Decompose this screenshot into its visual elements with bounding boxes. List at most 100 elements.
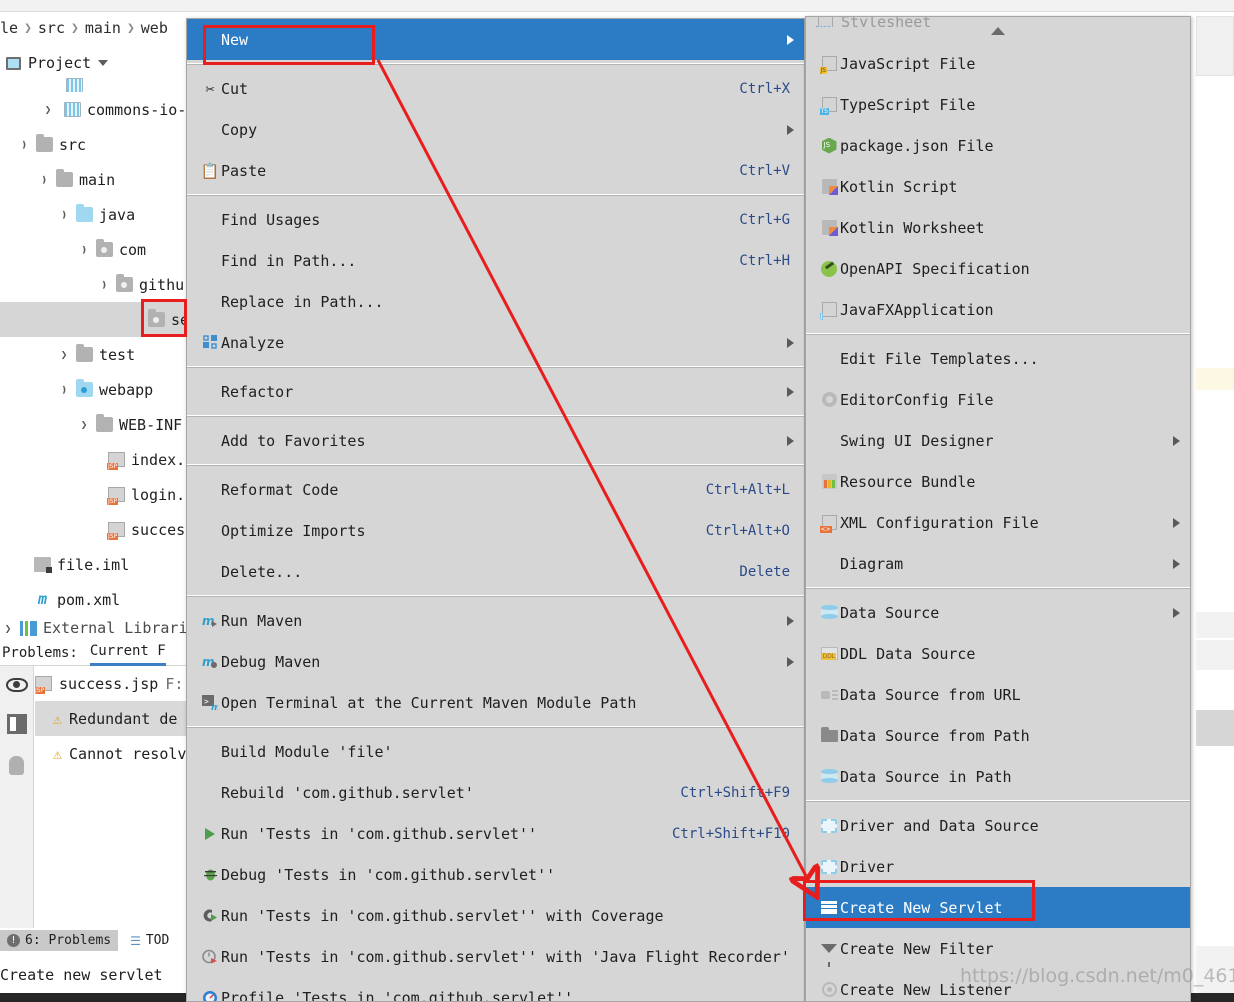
tree-row[interactable]: ❫ com <box>0 232 200 267</box>
project-tree: ❯ commons-io-2 ❫ src ❫ main ❫ java ❫ <box>0 78 200 639</box>
submenu-item-javafx-application[interactable]: J JavaFXApplication <box>806 289 1190 330</box>
menu-item-run-tests[interactable]: Run 'Tests in 'com.github.servlet'' Ctrl… <box>187 813 804 854</box>
breadcrumb-item-1[interactable]: src <box>38 19 65 37</box>
submenu-item-ddl-data-source[interactable]: DDL Data Source <box>806 633 1190 674</box>
submenu-clipped-item-stylesheet[interactable]: CSS Stylesheet <box>806 17 1190 27</box>
tab-todo[interactable]: ☰ TOD <box>128 930 171 951</box>
menu-item-replace-in-path[interactable]: Replace in Path... <box>187 281 804 322</box>
menu-item-build-module[interactable]: Build Module 'file' <box>187 731 804 772</box>
menu-item-label: Refactor <box>221 383 804 401</box>
tree-row[interactable]: ❯ WEB-INF <box>0 407 200 442</box>
submenu-item-diagram[interactable]: Diagram <box>806 543 1190 584</box>
submenu-item-resource-bundle[interactable]: Resource Bundle <box>806 461 1190 502</box>
tree-row[interactable]: file.iml <box>0 547 200 582</box>
menu-item-optimize-imports[interactable]: Optimize Imports Ctrl+Alt+O <box>187 510 804 551</box>
tree-row[interactable]: index.j <box>0 442 200 477</box>
tree-row[interactable]: ❫ java <box>0 197 200 232</box>
tree-row[interactable]: ❫ main <box>0 162 200 197</box>
jsp-file-icon <box>108 522 125 537</box>
submenu-item-driver-and-data-source[interactable]: Driver and Data Source <box>806 805 1190 846</box>
submenu-item-editorconfig-file[interactable]: EditorConfig File <box>806 379 1190 420</box>
menu-item-add-to-favorites[interactable]: Add to Favorites <box>187 420 804 461</box>
tree-row[interactable]: m pom.xml <box>0 582 200 617</box>
breadcrumb-item-3[interactable]: web <box>141 19 168 37</box>
chevron-right-icon[interactable]: ❯ <box>58 348 70 361</box>
submenu-item-create-new-filter[interactable]: Create New Filter <box>806 928 1190 969</box>
tree-row[interactable]: ❫ webapp <box>0 372 200 407</box>
chevron-down-icon[interactable]: ❫ <box>18 138 30 151</box>
submenu-item-create-new-listener[interactable]: Create New Listener <box>806 969 1190 1002</box>
tree-row[interactable]: ❫ src <box>0 127 200 162</box>
chevron-down-icon[interactable]: ❫ <box>58 208 70 221</box>
submenu-item-xml-configuration-file[interactable]: <> XML Configuration File <box>806 502 1190 543</box>
node-package-icon <box>818 138 840 154</box>
tree-row[interactable]: ❯ commons-io-2 <box>0 92 200 127</box>
menu-item-copy[interactable]: Copy <box>187 109 804 150</box>
split-pane-icon[interactable] <box>7 714 27 734</box>
menu-item-debug-maven[interactable]: m Debug Maven <box>187 641 804 682</box>
breadcrumb-item-2[interactable]: main <box>85 19 121 37</box>
problems-file-row[interactable]: success.jsp F: <box>35 666 200 701</box>
submenu-item-create-new-servlet[interactable]: Create New Servlet <box>806 887 1190 928</box>
menu-item-cut[interactable]: ✂ Cut Ctrl+X <box>187 68 804 109</box>
submenu-item-javascript-file[interactable]: JS JavaScript File <box>806 43 1190 84</box>
project-tool-window-header[interactable]: Project <box>0 48 200 78</box>
breadcrumb-item-0[interactable]: le <box>0 19 18 37</box>
chevron-right-icon[interactable]: ❯ <box>42 103 54 116</box>
menu-item-rebuild[interactable]: Rebuild 'com.github.servlet' Ctrl+Shift+… <box>187 772 804 813</box>
chevron-down-icon[interactable]: ❫ <box>98 278 110 291</box>
chevron-down-icon[interactable] <box>98 60 108 66</box>
submenu-item-typescript-file[interactable]: TS TypeScript File <box>806 84 1190 125</box>
xml-file-icon: <> <box>818 515 840 530</box>
submenu-arrow-icon <box>787 338 794 348</box>
menu-item-profile-tests[interactable]: Profile 'Tests in 'com.github.servlet'' <box>187 977 804 1002</box>
tree-row[interactable]: ❯ test <box>0 337 200 372</box>
tree-row[interactable]: login.j <box>0 477 200 512</box>
eye-icon[interactable] <box>6 678 28 692</box>
chevron-right-icon[interactable]: ❯ <box>78 418 90 431</box>
menu-item-run-maven[interactable]: m Run Maven <box>187 600 804 641</box>
submenu-item-data-source-in-path[interactable]: Data Source in Path <box>806 756 1190 797</box>
submenu-item-driver[interactable]: Driver <box>806 846 1190 887</box>
chevron-down-icon[interactable]: ❫ <box>78 243 90 256</box>
menu-item-debug-tests[interactable]: Debug 'Tests in 'com.github.servlet'' <box>187 854 804 895</box>
menu-item-reformat-code[interactable]: Reformat Code Ctrl+Alt+L <box>187 469 804 510</box>
menu-item-find-in-path[interactable]: Find in Path... Ctrl+H <box>187 240 804 281</box>
chevron-right-icon[interactable]: ❯ <box>2 622 14 635</box>
tree-row[interactable]: ❫ githu <box>0 267 200 302</box>
tree-row[interactable]: ❯ External Librarie <box>0 617 200 639</box>
submenu-item-kotlin-worksheet[interactable]: Kotlin Worksheet <box>806 207 1190 248</box>
problems-item[interactable]: ⚠ Redundant de <box>35 701 200 736</box>
menu-item-find-usages[interactable]: Find Usages Ctrl+G <box>187 199 804 240</box>
submenu-item-package-json-file[interactable]: package.json File <box>806 125 1190 166</box>
menu-item-new[interactable]: New <box>187 19 804 60</box>
tree-row[interactable]: success <box>0 512 200 547</box>
menu-item-delete[interactable]: Delete... Delete <box>187 551 804 592</box>
tab-problems[interactable]: ! 6: Problems <box>0 930 118 951</box>
submenu-item-data-source-from-path[interactable]: Data Source from Path <box>806 715 1190 756</box>
menu-item-paste[interactable]: 📋 Paste Ctrl+V <box>187 150 804 191</box>
editor-pane-lower <box>1196 390 1234 610</box>
tab-problems-label: 6: Problems <box>25 933 111 948</box>
menu-item-run-with-coverage[interactable]: Run 'Tests in 'com.github.servlet'' with… <box>187 895 804 936</box>
tab-current-file[interactable]: Current F <box>90 640 166 666</box>
submenu-item-data-source-from-url[interactable]: Data Source from URL <box>806 674 1190 715</box>
chevron-down-icon[interactable]: ❫ <box>58 383 70 396</box>
chevron-down-icon[interactable]: ❫ <box>38 173 50 186</box>
tree-row-label: githu <box>139 276 184 294</box>
menu-item-refactor[interactable]: Refactor <box>187 371 804 412</box>
submenu-arrow-icon <box>787 436 794 446</box>
menu-item-analyze[interactable]: Analyze <box>187 322 804 363</box>
submenu-item-openapi-specification[interactable]: OpenAPI Specification <box>806 248 1190 289</box>
submenu-item-data-source[interactable]: Data Source <box>806 592 1190 633</box>
lightbulb-icon[interactable] <box>9 756 24 775</box>
submenu-item-kotlin-script[interactable]: Kotlin Script <box>806 166 1190 207</box>
tree-row[interactable] <box>0 78 200 92</box>
submenu-item-edit-file-templates[interactable]: Edit File Templates... <box>806 338 1190 379</box>
menu-item-open-terminal[interactable]: >m Open Terminal at the Current Maven Mo… <box>187 682 804 723</box>
scroll-up-indicator[interactable] <box>806 27 1190 43</box>
menu-item-run-with-jfr[interactable]: Run 'Tests in 'com.github.servlet'' with… <box>187 936 804 977</box>
submenu-item-swing-ui-designer[interactable]: Swing UI Designer <box>806 420 1190 461</box>
openapi-icon <box>818 261 840 277</box>
problems-item[interactable]: ⚠ Cannot resolv <box>35 736 200 771</box>
